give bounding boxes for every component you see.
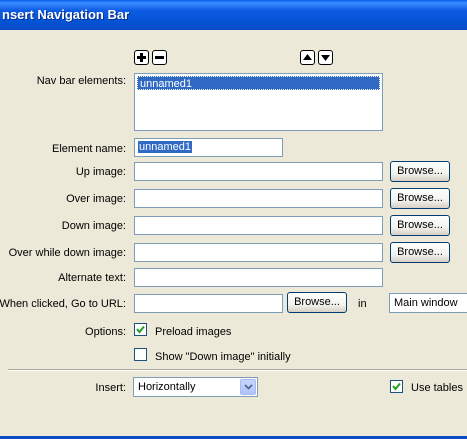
go-to-url-browse-button[interactable]: Browse... xyxy=(287,292,347,313)
plus-icon xyxy=(137,53,146,62)
checkmark-icon xyxy=(392,382,401,391)
down-image-input[interactable] xyxy=(134,216,383,235)
over-image-label: Over image: xyxy=(66,193,126,205)
go-to-url-input[interactable] xyxy=(134,294,283,313)
preload-images-checkbox[interactable] xyxy=(134,323,147,336)
show-down-initially-label: Show "Down image" initially xyxy=(155,351,291,363)
over-while-down-label: Over while down image: xyxy=(8,247,126,259)
insert-label: Insert: xyxy=(95,382,126,394)
checkmark-icon xyxy=(136,325,145,334)
target-window-value: Main window xyxy=(394,297,458,309)
up-image-browse-button[interactable]: Browse... xyxy=(390,161,450,182)
down-image-browse-button[interactable]: Browse... xyxy=(390,215,450,236)
over-image-input[interactable] xyxy=(134,189,383,208)
list-item[interactable]: unnamed1 xyxy=(137,76,380,90)
triangle-up-icon xyxy=(303,54,312,60)
down-image-label: Down image: xyxy=(61,220,126,232)
over-while-down-browse-button[interactable]: Browse... xyxy=(390,242,450,263)
element-name-label: Element name: xyxy=(52,143,126,155)
show-down-initially-checkbox[interactable] xyxy=(134,348,147,361)
remove-element-button[interactable] xyxy=(152,50,167,65)
go-to-url-label: When clicked, Go to URL: xyxy=(0,298,126,310)
window-title: nsert Navigation Bar xyxy=(2,7,130,22)
use-tables-checkbox[interactable] xyxy=(390,380,403,393)
element-name-input[interactable]: unnamed1 xyxy=(134,138,283,157)
nav-elements-list[interactable]: unnamed1 xyxy=(134,73,383,131)
alternate-text-input[interactable] xyxy=(134,268,383,287)
nav-elements-label: Nav bar elements: xyxy=(36,75,126,87)
up-image-input[interactable] xyxy=(134,162,383,181)
in-label: in xyxy=(358,298,367,310)
use-tables-label: Use tables xyxy=(411,382,463,394)
triangle-down-icon xyxy=(321,55,330,61)
add-element-button[interactable] xyxy=(134,50,149,65)
target-window-select[interactable]: Main window xyxy=(389,293,467,313)
element-name-value: unnamed1 xyxy=(138,141,192,153)
over-image-browse-button[interactable]: Browse... xyxy=(390,188,450,209)
preload-images-label: Preload images xyxy=(155,326,232,338)
move-up-button[interactable] xyxy=(300,50,315,65)
separator xyxy=(8,369,467,371)
over-while-down-input[interactable] xyxy=(134,243,383,262)
minus-icon xyxy=(155,56,164,59)
title-bar[interactable]: nsert Navigation Bar xyxy=(0,0,467,30)
insert-value: Horizontally xyxy=(138,381,196,393)
chevron-down-icon xyxy=(240,379,256,395)
up-image-label: Up image: xyxy=(75,166,126,178)
move-down-button[interactable] xyxy=(318,50,333,65)
alternate-text-label: Alternate text: xyxy=(58,272,126,284)
options-label: Options: xyxy=(85,326,126,338)
insert-select[interactable]: Horizontally xyxy=(133,377,258,397)
